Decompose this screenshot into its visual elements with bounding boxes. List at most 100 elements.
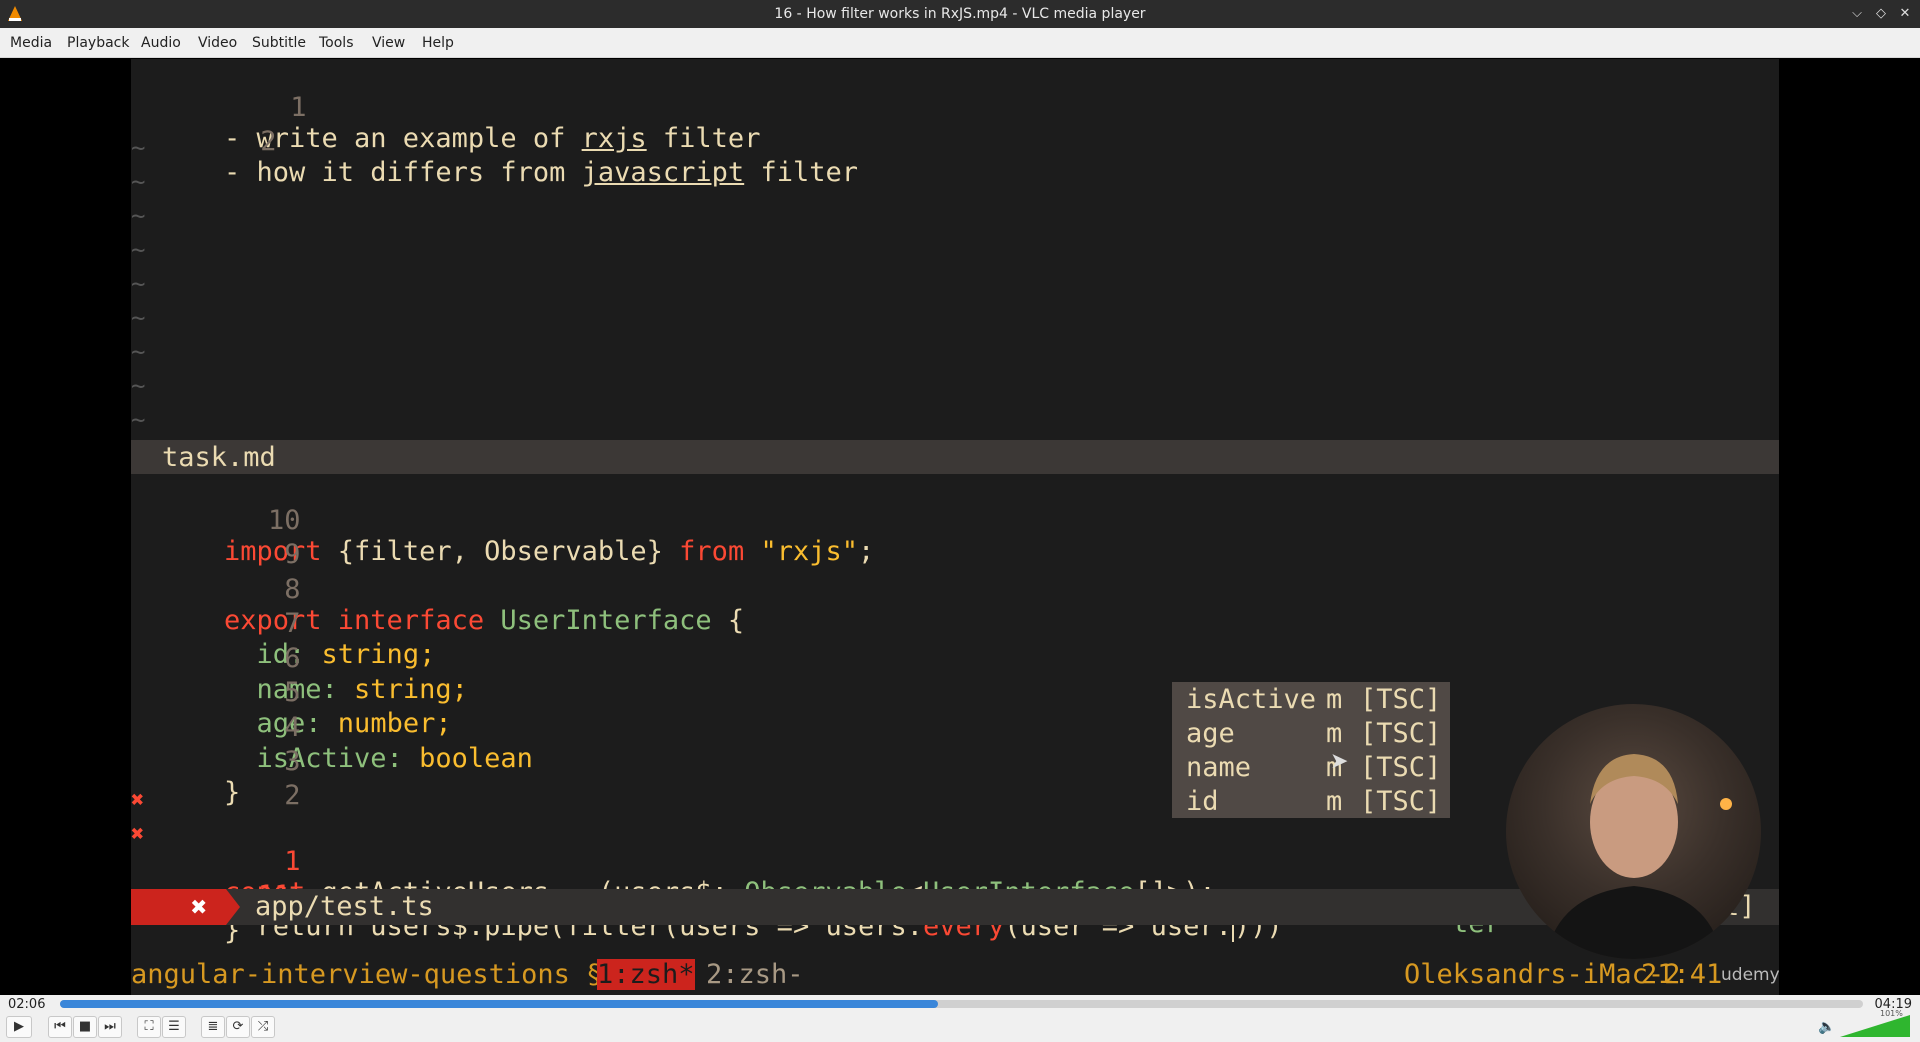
completion-source: [TSC] (1360, 752, 1442, 783)
completion-name: id (1186, 786, 1219, 817)
code-line: ✖ 1 const getActiveUsers = (users$: Obse… (131, 784, 1501, 939)
empty-line-marker: ~ (131, 134, 146, 162)
menu-bar: Media Playback Audio Video Subtitle Tool… (0, 28, 1920, 58)
line-number: 7 (284, 608, 301, 639)
completion-name: isActive (1186, 684, 1317, 715)
keyword: from (679, 536, 745, 567)
completion-kind: m (1326, 684, 1343, 715)
code-text: ; (858, 536, 875, 567)
line-number: 5 (284, 677, 301, 708)
presenter-webcam (1506, 704, 1761, 959)
line-number: 4 (284, 712, 301, 743)
next-button[interactable]: ⏭ (98, 1016, 122, 1038)
completion-source: [TSC] (1360, 786, 1442, 817)
fullscreen-button[interactable]: ⛶ (137, 1016, 161, 1038)
line-number: 2 (260, 126, 277, 157)
seek-bar[interactable] (60, 1000, 1863, 1008)
line-number: 3 (284, 746, 301, 777)
completion-kind: m (1326, 786, 1343, 817)
status-error-segment (131, 889, 226, 925)
line-number: 8 (284, 574, 301, 605)
code-text: {filter, Observable} (321, 536, 680, 567)
menu-help[interactable]: Help (422, 35, 454, 51)
autocomplete-popup: isActive m [TSC] age m [TSC] name m [TSC] id m [… (1172, 682, 1450, 818)
code-line: 6 name: string; (131, 612, 468, 705)
presenter-silhouette-icon (1546, 754, 1732, 959)
empty-line-marker: ~ (131, 372, 146, 400)
line-number: 2 (284, 780, 301, 811)
completion-source: [TSC] (1360, 684, 1442, 715)
tmux-host: Oleksandrs-iMac-2 (1404, 959, 1681, 990)
menu-tools[interactable]: Tools (319, 35, 354, 51)
elapsed-time: 02:06 (8, 997, 46, 1012)
type-name: UserInterface (484, 605, 712, 636)
completion-kind: m (1326, 718, 1343, 749)
editor-line: 2 - how it differs from javascript filte… (131, 95, 858, 188)
menu-video[interactable]: Video (198, 35, 237, 51)
loop-button[interactable]: ⟳ (226, 1016, 250, 1038)
tmux-clock: 21:41 (1641, 959, 1723, 990)
line-number: 1 (290, 92, 307, 123)
code-line: 2 (131, 749, 300, 811)
title-bar: 16 - How filter works in RxJS.mp4 - VLC … (0, 0, 1920, 28)
volume-percent: 101% (1880, 1009, 1903, 1018)
property-type: string; (305, 639, 436, 670)
play-button[interactable]: ▶ (6, 1016, 32, 1038)
empty-line-marker: ~ (131, 304, 146, 332)
playlist-button[interactable]: ≣ (201, 1016, 225, 1038)
line-number: 10 (268, 505, 301, 536)
code-text: { (711, 605, 745, 636)
window-title: 16 - How filter works in RxJS.mp4 - VLC … (774, 6, 1146, 22)
tmux-session: angular-interview-questions § (131, 959, 603, 990)
code-line: 10 import {filter, Observable} from "rxj… (131, 474, 874, 567)
md-text: - how it differs from (224, 157, 582, 188)
completion-name: age (1186, 718, 1235, 749)
tmux-window-active: 1:zsh* (597, 959, 695, 990)
empty-line-marker: ~ (131, 270, 146, 298)
property-type: string; (337, 674, 468, 705)
player-controls: 02:06 04:19 ▶ ⏮ ■ ⏭ ⛶ ☰ ≣ ⟳ ⤮ 🔈 101% (0, 995, 1920, 1042)
code-line: 5 age: number; (131, 646, 452, 739)
autocomplete-item[interactable]: age m [TSC] (1186, 718, 1441, 752)
code-line: 4 isActive: boolean (131, 681, 533, 774)
code-line: 8 export interface UserInterface { (131, 543, 744, 636)
minimize-icon[interactable]: ⌵ (1847, 4, 1867, 24)
close-icon[interactable]: ✕ (1895, 4, 1915, 24)
tmux-window: 2:zsh- (706, 959, 804, 990)
menu-subtitle[interactable]: Subtitle (252, 35, 306, 51)
empty-line-marker: ~ (131, 338, 146, 366)
menu-audio[interactable]: Audio (141, 35, 181, 51)
code-line: ✖ 11 return users$.pipe(filter(users => … (131, 818, 1283, 942)
menu-view[interactable]: View (372, 35, 405, 51)
error-mark-icon: ✖ (191, 892, 208, 923)
shuffle-button[interactable]: ⤮ (251, 1016, 275, 1038)
menu-playback[interactable]: Playback (67, 35, 129, 51)
string-literal: "rxjs" (744, 536, 858, 567)
status-separator (226, 889, 240, 925)
video-area[interactable]: 1 - write an example of rxjs filter 2 - … (0, 59, 1920, 995)
error-mark-icon: ✖ (131, 822, 145, 847)
line-number: 1 (284, 846, 301, 877)
autocomplete-item[interactable]: name m [TSC] (1186, 752, 1441, 786)
pane-status-bar: task.md (131, 440, 1779, 474)
previous-button[interactable]: ⏮ (48, 1016, 72, 1038)
empty-line-marker: ~ (131, 202, 146, 230)
maximize-icon[interactable]: ◇ (1871, 4, 1891, 24)
stop-button[interactable]: ■ (73, 1016, 97, 1038)
udemy-watermark: udemy (1721, 965, 1779, 985)
code-line: 9 (131, 508, 300, 570)
code-line: 7 id: string; (131, 577, 436, 670)
code-line: 1 } (131, 853, 301, 946)
completion-source: [TSC] (1360, 718, 1442, 749)
extended-settings-button[interactable]: ☰ (162, 1016, 186, 1038)
file-name: app/test.ts (255, 891, 434, 922)
autocomplete-item[interactable]: isActive m [TSC] (1186, 684, 1441, 718)
file-name: task.md (162, 442, 276, 473)
md-text: filter (646, 123, 761, 154)
autocomplete-item[interactable]: id m [TSC] (1186, 786, 1441, 820)
empty-line-marker: ~ (131, 406, 146, 434)
menu-media[interactable]: Media (10, 35, 52, 51)
mouse-pointer-icon: ➤ (1330, 749, 1349, 774)
speaker-icon[interactable]: 🔈 (1818, 1019, 1835, 1035)
line-number: 9 (284, 539, 301, 570)
